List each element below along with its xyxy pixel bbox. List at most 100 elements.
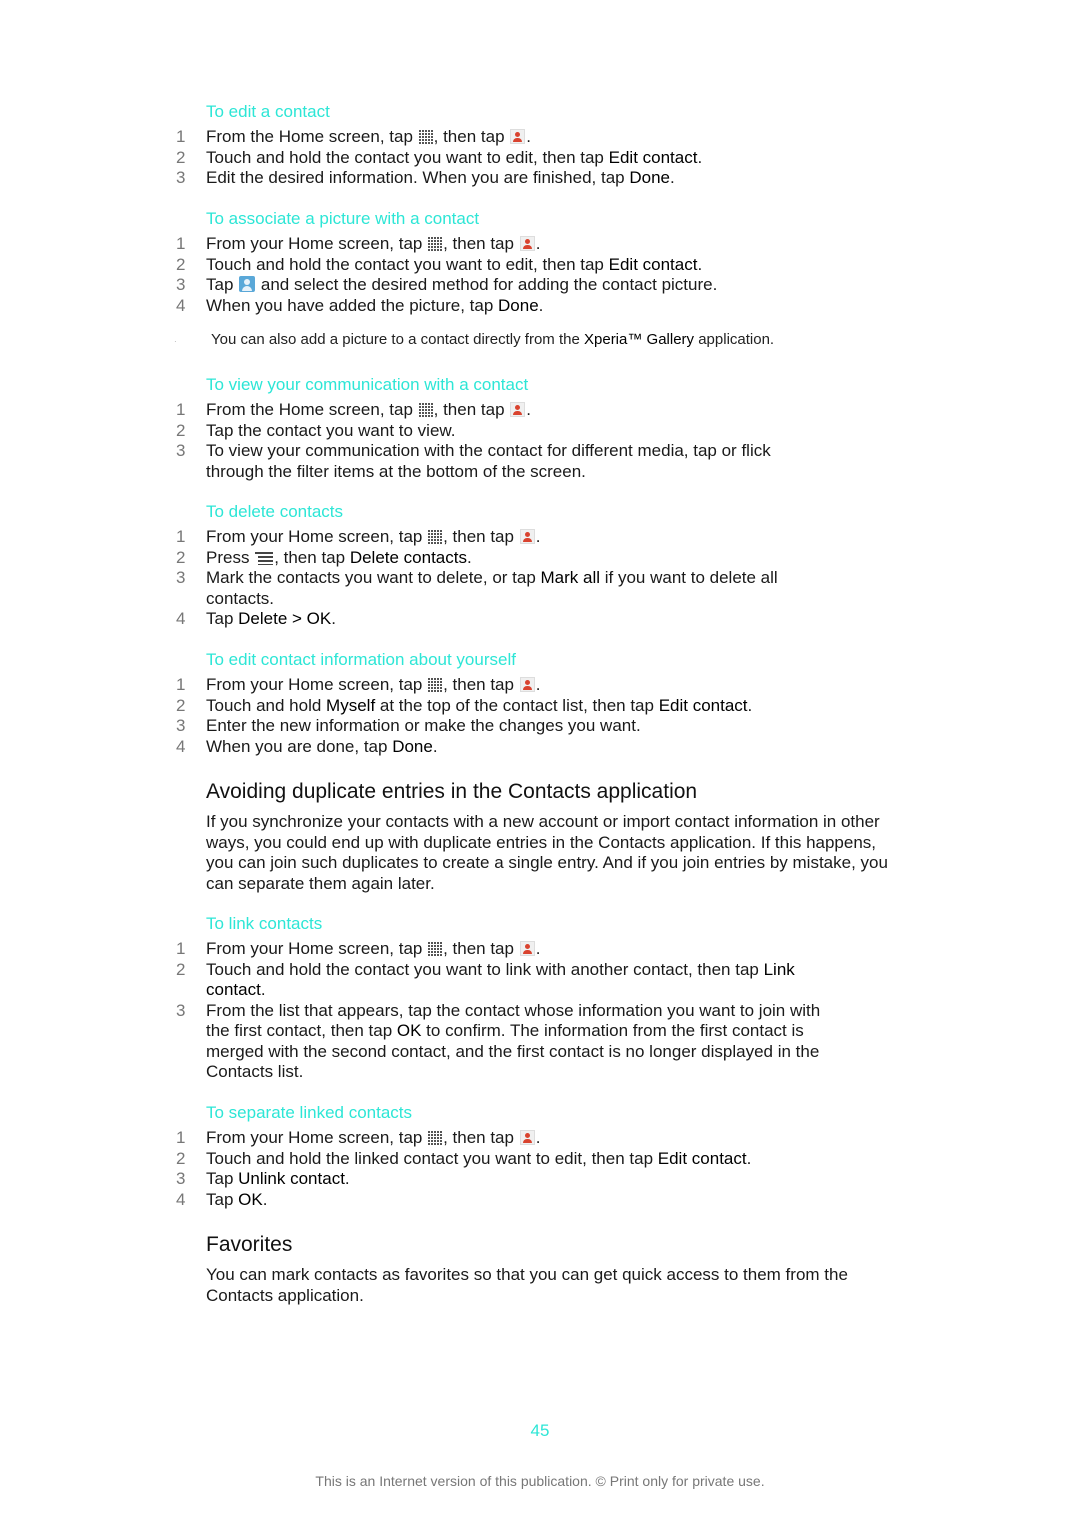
step-text: , then tap xyxy=(443,234,519,253)
step: 1 From your Home screen, tap , then tap . xyxy=(0,1128,1080,1149)
apps-grid-icon xyxy=(428,678,443,692)
subheading-edit-yourself: To edit contact information about yourse… xyxy=(206,650,516,669)
step-number: 3 xyxy=(176,168,186,187)
step: 4 Tap Delete > OK. xyxy=(0,609,1080,630)
apps-grid-icon xyxy=(428,530,443,544)
step: 3 Mark the contacts you want to delete, o… xyxy=(0,568,1080,609)
step: 1 From your Home screen, tap , then tap . xyxy=(0,675,1080,696)
paragraph-favorites: You can mark contacts as favorites so th… xyxy=(206,1265,848,1305)
step-text: When you have added the picture, tap xyxy=(206,295,499,315)
step: 1 From your Home screen, tap , then tap . xyxy=(0,527,1080,548)
ui-term: OK xyxy=(238,1189,263,1209)
step-text: , then tap xyxy=(443,675,519,694)
contact-picture-icon xyxy=(239,276,256,292)
step: 2 Press , then tap Delete contacts. xyxy=(0,548,1080,569)
ui-term: Done xyxy=(498,295,539,315)
contacts-app-icon xyxy=(510,402,526,417)
step-text: . xyxy=(432,736,438,756)
step-text: Tap xyxy=(206,1189,239,1209)
contacts-app-icon xyxy=(519,677,535,692)
ui-term: Xperia™ Gallery xyxy=(584,331,695,348)
step-number: 4 xyxy=(176,1189,186,1209)
step: 3 To view your communication with the con… xyxy=(0,441,1080,482)
step-number: 2 xyxy=(176,420,186,440)
step-text: . xyxy=(260,980,266,999)
step-number: 3 xyxy=(176,716,186,735)
step: 2 Touch and hold the contact you want to … xyxy=(0,255,1080,276)
subheading-delete-contacts: To delete contacts xyxy=(206,502,344,521)
step: 4 When you have added the picture, tap Do… xyxy=(0,296,1080,317)
step-text: From your Home screen, tap xyxy=(206,527,428,546)
ui-term: Delete contacts xyxy=(349,547,467,567)
tip-note: You can also add a picture to a contact … xyxy=(211,331,774,348)
step: 1 From the Home screen, tap , then tap . xyxy=(0,400,1080,421)
step-text: Enter the new information or make the ch… xyxy=(206,716,641,735)
step-text: . xyxy=(535,527,541,546)
steps-associate-picture: 1 From your Home screen, tap , then tap .… xyxy=(0,234,1080,316)
step-text: at the top of the contact list, then tap xyxy=(375,695,659,715)
steps-separate-linked: 1 From your Home screen, tap , then tap .… xyxy=(0,1128,1080,1210)
step-number: 3 xyxy=(176,441,186,460)
step-text: Tap xyxy=(206,1169,239,1188)
step-text: Touch and hold the contact you want to e… xyxy=(206,254,609,274)
steps-edit-contact: 1 From the Home screen, tap , then tap . … xyxy=(0,127,1080,189)
paragraph-avoiding-duplicates: If you synchronize your contacts with a … xyxy=(206,812,888,893)
step-number: 1 xyxy=(176,939,186,958)
step-number: 1 xyxy=(176,527,186,546)
step-text: From your Home screen, tap xyxy=(206,939,428,958)
step-text: Touch and hold xyxy=(206,695,327,715)
step-text: Touch and hold the linked contact you wa… xyxy=(206,1148,658,1168)
step-text: , then tap xyxy=(443,1128,519,1147)
step-number: 2 xyxy=(176,1148,186,1168)
step: 4 When you are done, tap Done. xyxy=(0,737,1080,758)
ui-term: Edit contact xyxy=(657,1148,747,1168)
contacts-app-icon xyxy=(519,1130,535,1145)
step-text: . xyxy=(670,168,675,187)
step-number: 2 xyxy=(176,147,186,167)
ui-term: Edit contact xyxy=(608,254,698,274)
ui-term: OK xyxy=(396,1021,422,1040)
step-text: , then tap xyxy=(433,400,510,419)
step-text: Tap xyxy=(206,275,239,294)
ui-term: Delete > OK xyxy=(238,609,332,628)
step-text: . xyxy=(535,1128,541,1147)
subheading-view-communication: To view your communication with a contac… xyxy=(206,375,529,394)
step-text: . xyxy=(697,254,703,274)
step-number: 2 xyxy=(176,695,186,715)
ui-term: Mark all xyxy=(540,568,601,587)
step-text: Tap xyxy=(206,609,239,628)
step: 2 Touch and hold Myself at the top of the… xyxy=(0,696,1080,717)
subheading-edit-contact: To edit a contact xyxy=(206,102,330,121)
ui-term: Done xyxy=(629,168,670,187)
step: 3 Tap Unlink contact. xyxy=(0,1169,1080,1190)
step-text: Touch and hold the contact you want to l… xyxy=(206,959,764,979)
step-number: 3 xyxy=(176,568,186,587)
step-text: From the Home screen, tap xyxy=(206,127,418,146)
step-text: , then tap xyxy=(443,939,519,958)
contacts-app-icon xyxy=(510,129,526,144)
steps-view-communication: 1 From the Home screen, tap , then tap . … xyxy=(0,400,1080,482)
step-text: When you are done, tap xyxy=(206,736,393,756)
step: 2 Touch and hold the contact you want to … xyxy=(0,148,1080,169)
step-text: . xyxy=(697,147,703,167)
step-text: and select the desired method for adding… xyxy=(256,275,718,294)
ui-term: Myself xyxy=(326,695,376,715)
step-text: From your Home screen, tap xyxy=(206,234,428,253)
step: 2 Touch and hold the linked contact you w… xyxy=(0,1149,1080,1170)
ui-term: Done xyxy=(392,736,433,756)
page-number: 45 xyxy=(530,1421,550,1440)
step-text: , then tap xyxy=(443,527,519,546)
step-text: . xyxy=(746,1148,752,1168)
ui-term: Unlink contact xyxy=(238,1169,345,1188)
step: 3 Edit the desired information. When you … xyxy=(0,168,1080,189)
step-number: 4 xyxy=(176,295,186,315)
subheading-separate-linked: To separate linked contacts xyxy=(206,1103,413,1122)
step-text: Tap the contact you want to view. xyxy=(206,420,456,440)
contacts-app-icon xyxy=(519,236,535,251)
heading-avoiding-duplicates: Avoiding duplicate entries in the Contac… xyxy=(206,780,698,803)
step: 2 Touch and hold the contact you want to … xyxy=(0,960,1080,1001)
heading-favorites: Favorites xyxy=(206,1233,293,1256)
step: 3 Tap and select the desired method for a… xyxy=(0,275,1080,296)
step-text: From your Home screen, tap xyxy=(206,675,428,694)
step: 1 From your Home screen, tap , then tap . xyxy=(0,939,1080,960)
